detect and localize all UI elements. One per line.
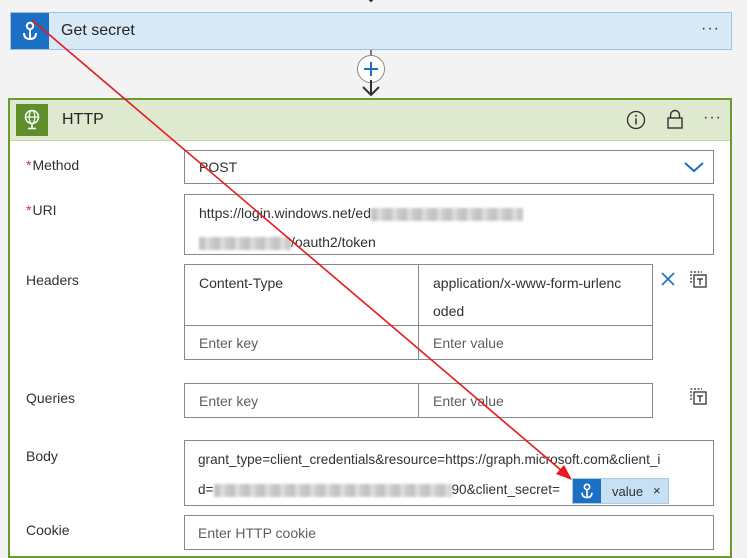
http-card-header[interactable]: HTTP ···: [10, 100, 730, 141]
header-value-line1: application/x-www-form-urlenc: [433, 275, 622, 291]
close-icon[interactable]: [660, 271, 676, 287]
body-text-line1: grant_type=client_credentials&resource=h…: [198, 452, 661, 467]
redacted-tenant-id: [371, 207, 523, 221]
queries-label: Queries: [26, 390, 76, 406]
cookie-label: Cookie: [26, 522, 70, 538]
get-secret-action-card[interactable]: Get secret ···: [10, 12, 732, 50]
lock-icon[interactable]: [666, 109, 684, 130]
body-label: Body: [26, 448, 58, 464]
get-secret-title: Get secret: [61, 22, 135, 39]
header-key-value: Content-Type: [199, 275, 284, 291]
body-text-line2-start: d=: [198, 482, 214, 497]
token-label: value: [612, 484, 644, 499]
flow-arrow-down: [362, 80, 380, 97]
required-mark: *: [26, 157, 32, 173]
new-header-value-input[interactable]: Enter value: [418, 325, 653, 360]
new-header-key-input[interactable]: Enter key: [184, 325, 419, 360]
uri-text-line1: https://login.windows.net/ed: [199, 205, 371, 221]
query-value-input[interactable]: Enter value: [418, 383, 653, 418]
headers-label: Headers: [26, 272, 79, 288]
dynamic-content-token[interactable]: value ×: [572, 478, 669, 504]
get-secret-more-menu[interactable]: ···: [701, 20, 720, 38]
switch-text-mode-icon[interactable]: [689, 270, 708, 289]
switch-text-mode-icon[interactable]: [689, 387, 708, 406]
uri-text-line2: /oauth2/token: [291, 234, 376, 250]
token-remove-button[interactable]: ×: [653, 483, 661, 498]
info-icon[interactable]: [626, 110, 646, 130]
header-value-line2: oded: [433, 303, 465, 319]
uri-label: *URI: [26, 202, 57, 218]
method-label: *Method: [26, 157, 80, 173]
method-select[interactable]: POST: [184, 150, 714, 184]
insert-step-button[interactable]: [357, 55, 385, 83]
header-value-input[interactable]: application/x-www-form-urlenc oded: [418, 264, 653, 326]
http-more-menu[interactable]: ···: [703, 109, 722, 127]
globe-icon: [16, 104, 48, 136]
redacted-tenant-id-end: [199, 236, 291, 250]
redacted-client-id: [213, 483, 452, 497]
method-value: POST: [199, 159, 238, 175]
chevron-down-icon: [684, 162, 704, 173]
key-vault-icon: [573, 479, 601, 503]
http-title: HTTP: [62, 111, 104, 128]
header-key-input[interactable]: Content-Type: [184, 264, 419, 326]
key-vault-icon: [11, 13, 49, 49]
plus-icon: [364, 62, 378, 76]
body-text-line2-end: 90&client_secret=: [451, 482, 560, 497]
flow-arrow-top: [368, 0, 374, 3]
uri-input[interactable]: https://login.windows.net/ed /oauth2/tok…: [184, 194, 714, 255]
query-key-input[interactable]: Enter key: [184, 383, 419, 418]
